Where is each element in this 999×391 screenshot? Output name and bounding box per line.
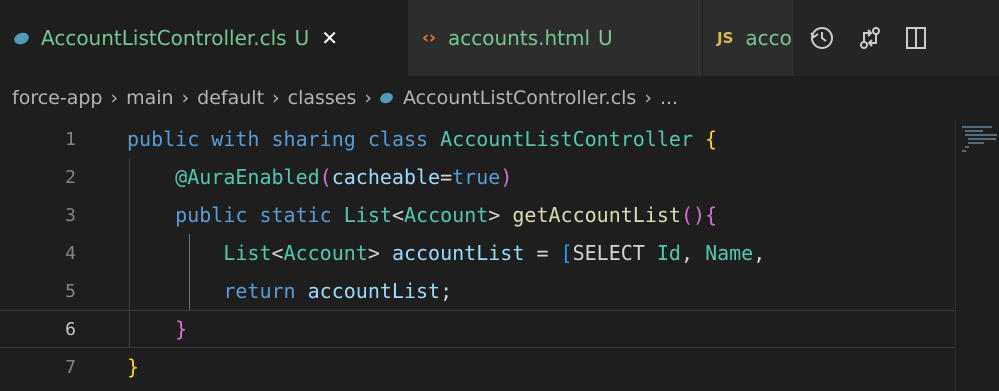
breadcrumb: force-app › main › default › classes › A…	[0, 76, 999, 120]
line-number: 6	[65, 318, 76, 340]
code-line[interactable]: 7 }	[0, 348, 955, 386]
chevron-right-icon: ›	[272, 87, 280, 109]
chevron-right-icon: ›	[181, 87, 190, 109]
js-file-icon: JS	[717, 29, 734, 47]
tab-accounts-js[interactable]: JS acco	[703, 0, 795, 76]
code-line-current[interactable]: 6 }	[0, 310, 955, 348]
line-number: 1	[65, 128, 76, 150]
minimap-line	[968, 142, 984, 144]
chevron-right-icon: ›	[364, 87, 373, 109]
apex-file-icon	[12, 30, 31, 46]
tab-label: accounts.html	[448, 26, 591, 50]
line-number: 7	[65, 356, 76, 378]
minimap-line	[962, 126, 992, 128]
editor-actions	[795, 0, 999, 76]
code-text: List<Account> accountList = [SELECT Id, …	[223, 241, 766, 265]
breadcrumb-item[interactable]: classes	[288, 87, 357, 109]
code-text: public with sharing class AccountListCon…	[127, 127, 718, 151]
untracked-badge: U	[294, 26, 310, 50]
breadcrumb-item[interactable]: force-app	[12, 87, 102, 109]
minimap-line	[965, 146, 969, 148]
line-number: 3	[65, 204, 76, 226]
timeline-icon[interactable]	[809, 25, 835, 51]
split-editor-icon[interactable]	[905, 26, 927, 50]
code-line[interactable]: 2 @AuraEnabled(cacheable=true)	[0, 158, 955, 196]
line-number: 4	[65, 242, 76, 264]
html-file-icon: ‹›	[422, 28, 437, 48]
breadcrumb-item[interactable]: AccountListController.cls	[403, 87, 636, 109]
code-text: @AuraEnabled(cacheable=true)	[175, 165, 513, 189]
chevron-right-icon: ›	[644, 87, 652, 109]
untracked-badge: U	[598, 26, 613, 50]
minimap-line	[968, 138, 996, 140]
code-line[interactable]: 4 List<Account> accountList = [SELECT Id…	[0, 234, 955, 272]
breadcrumb-item[interactable]: ...	[660, 87, 678, 109]
code-text: public static List<Account> getAccountLi…	[175, 203, 718, 227]
minimap-line	[965, 134, 997, 136]
code-line[interactable]: 1 public with sharing class AccountListC…	[0, 120, 955, 158]
line-number: 5	[65, 280, 76, 302]
minimap-line	[965, 130, 983, 132]
apex-file-icon	[378, 91, 395, 105]
line-number: 2	[65, 166, 76, 188]
code-text: }	[127, 355, 140, 379]
tab-label: acco	[745, 26, 792, 50]
code-editor[interactable]: 1 public with sharing class AccountListC…	[0, 120, 999, 391]
editor-tab-bar: AccountListController.cls U ✕ ‹› account…	[0, 0, 999, 76]
tab-accountlistcontroller[interactable]: AccountListController.cls U ✕	[0, 0, 408, 76]
compare-changes-icon[interactable]	[857, 25, 883, 51]
chevron-right-icon: ›	[110, 87, 119, 109]
code-text: }	[175, 317, 188, 341]
tab-accounts-html[interactable]: ‹› accounts.html U	[408, 0, 703, 76]
code-text: return accountList;	[223, 279, 453, 303]
minimap[interactable]	[955, 120, 999, 391]
close-tab-icon[interactable]: ✕	[321, 26, 338, 50]
tab-label: AccountListController.cls	[41, 26, 287, 50]
breadcrumb-item[interactable]: default	[197, 87, 264, 109]
minimap-line	[962, 150, 966, 152]
code-line[interactable]: 3 public static List<Account> getAccount…	[0, 196, 955, 234]
breadcrumb-item[interactable]: main	[126, 87, 173, 109]
code-line[interactable]: 5 return accountList;	[0, 272, 955, 310]
